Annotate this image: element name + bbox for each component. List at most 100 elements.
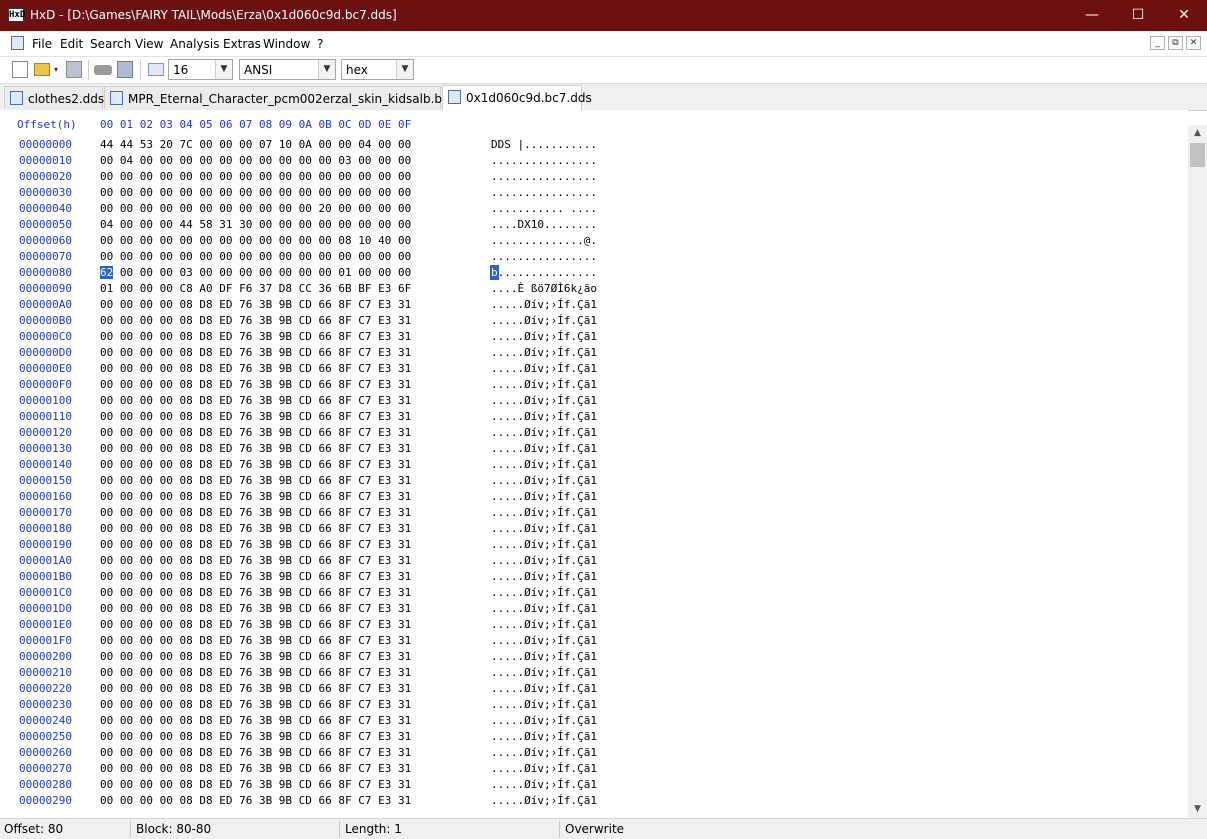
row-hex-bytes[interactable]: 00 00 00 00 08 D8 ED 76 3B 9B CD 66 8F C…	[100, 714, 411, 727]
row-hex-bytes[interactable]: 00 00 00 00 08 D8 ED 76 3B 9B CD 66 8F C…	[100, 554, 411, 567]
row-text[interactable]: .....Øív;›Íf.Çã1	[491, 426, 597, 439]
row-hex-bytes[interactable]: 00 00 00 00 08 D8 ED 76 3B 9B CD 66 8F C…	[100, 298, 411, 311]
row-text[interactable]: .....Øív;›Íf.Çã1	[491, 474, 597, 487]
row-text[interactable]: .....Øív;›Íf.Çã1	[491, 778, 597, 791]
row-hex-bytes[interactable]: 00 00 00 00 08 D8 ED 76 3B 9B CD 66 8F C…	[100, 682, 411, 695]
row-text[interactable]: .....Øív;›Íf.Çã1	[491, 794, 597, 807]
row-text[interactable]: .....Øív;›Íf.Çã1	[491, 362, 597, 375]
scroll-up-icon[interactable]: ▲	[1188, 125, 1207, 142]
menu-help[interactable]: ?	[317, 37, 323, 51]
row-hex-bytes[interactable]: 00 00 00 00 08 D8 ED 76 3B 9B CD 66 8F C…	[100, 778, 411, 791]
minimize-button[interactable]: —	[1069, 0, 1115, 31]
row-hex-bytes[interactable]: 00 00 00 00 08 D8 ED 76 3B 9B CD 66 8F C…	[100, 426, 411, 439]
status-mode[interactable]: Overwrite	[565, 822, 624, 836]
row-text[interactable]: ....DX10........	[491, 218, 597, 231]
row-text[interactable]: .....Øív;›Íf.Çã1	[491, 762, 597, 775]
row-hex-bytes[interactable]: 00 00 00 00 00 00 00 00 00 00 00 00 00 0…	[100, 186, 411, 199]
charset-select[interactable]: ANSI ▼	[239, 59, 336, 80]
row-hex-bytes[interactable]: 00 00 00 00 08 D8 ED 76 3B 9B CD 66 8F C…	[100, 362, 411, 375]
bytes-per-row-select[interactable]: 16 ▼	[168, 59, 233, 80]
row-hex-bytes[interactable]: 00 00 00 00 08 D8 ED 76 3B 9B CD 66 8F C…	[100, 506, 411, 519]
row-hex-bytes[interactable]: 00 00 00 00 08 D8 ED 76 3B 9B CD 66 8F C…	[100, 474, 411, 487]
tab-0x1d060c9d[interactable]: 0x1d060c9d.bc7.dds	[442, 85, 592, 110]
menu-search[interactable]: Search	[90, 37, 131, 51]
row-hex-bytes[interactable]: 00 00 00 00 08 D8 ED 76 3B 9B CD 66 8F C…	[100, 330, 411, 343]
menu-analysis[interactable]: Analysis	[170, 37, 219, 51]
row-hex-bytes[interactable]: 00 00 00 00 00 00 00 00 00 00 00 20 00 0…	[100, 202, 411, 215]
row-text[interactable]: .....Øív;›Íf.Çã1	[491, 522, 597, 535]
row-hex-bytes[interactable]: 00 00 00 00 08 D8 ED 76 3B 9B CD 66 8F C…	[100, 794, 411, 807]
maximize-button[interactable]: ☐	[1115, 0, 1161, 31]
mdi-restore-button[interactable]: ⧉	[1168, 36, 1183, 50]
row-text[interactable]: .....Øív;›Íf.Çã1	[491, 394, 597, 407]
scroll-down-icon[interactable]: ▼	[1188, 801, 1207, 818]
hxd-app-icon[interactable]: HxD	[8, 8, 25, 22]
offset-base-select[interactable]: hex ▼	[341, 59, 414, 80]
row-hex-bytes[interactable]: 00 00 00 00 08 D8 ED 76 3B 9B CD 66 8F C…	[100, 394, 411, 407]
mdi-minimize-button[interactable]: _	[1150, 36, 1165, 50]
row-hex-bytes[interactable]: 00 00 00 00 00 00 00 00 00 00 00 00 00 0…	[100, 250, 411, 263]
scrollbar-thumb[interactable]	[1190, 143, 1205, 167]
row-text[interactable]: .....Øív;›Íf.Çã1	[491, 618, 597, 631]
row-text[interactable]: ................	[491, 250, 597, 263]
row-hex-bytes[interactable]: 00 00 00 00 08 D8 ED 76 3B 9B CD 66 8F C…	[100, 410, 411, 423]
row-hex-bytes[interactable]: 00 00 00 00 08 D8 ED 76 3B 9B CD 66 8F C…	[100, 538, 411, 551]
row-text[interactable]: .....Øív;›Íf.Çã1	[491, 346, 597, 359]
row-hex-bytes[interactable]: 00 00 00 00 08 D8 ED 76 3B 9B CD 66 8F C…	[100, 618, 411, 631]
row-text[interactable]: .....Øív;›Íf.Çã1	[491, 634, 597, 647]
row-hex-bytes[interactable]: 00 00 00 00 08 D8 ED 76 3B 9B CD 66 8F C…	[100, 458, 411, 471]
mdi-close-button[interactable]: ✕	[1186, 36, 1201, 50]
open-disk-icon[interactable]	[94, 65, 112, 75]
row-hex-bytes[interactable]: 00 00 00 00 08 D8 ED 76 3B 9B CD 66 8F C…	[100, 442, 411, 455]
chevron-down-icon[interactable]: ▼	[215, 60, 232, 79]
row-hex-bytes[interactable]: 00 00 00 00 08 D8 ED 76 3B 9B CD 66 8F C…	[100, 314, 411, 327]
row-hex-bytes[interactable]: 00 00 00 00 08 D8 ED 76 3B 9B CD 66 8F C…	[100, 730, 411, 743]
open-file-icon[interactable]	[34, 63, 50, 76]
row-text[interactable]: ..............@.	[491, 234, 597, 247]
new-file-icon[interactable]	[12, 61, 28, 78]
row-text[interactable]: .....Øív;›Íf.Çã1	[491, 506, 597, 519]
row-text[interactable]: .....Øív;›Íf.Çã1	[491, 538, 597, 551]
row-text[interactable]: .....Øív;›Íf.Çã1	[491, 730, 597, 743]
row-text[interactable]: .....Øív;›Íf.Çã1	[491, 570, 597, 583]
row-text[interactable]: .....Øív;›Íf.Çã1	[491, 746, 597, 759]
row-hex-bytes[interactable]: 00 00 00 00 08 D8 ED 76 3B 9B CD 66 8F C…	[100, 522, 411, 535]
row-text[interactable]: .....Øív;›Íf.Çã1	[491, 698, 597, 711]
row-text[interactable]: ................	[491, 186, 597, 199]
chevron-down-icon[interactable]: ▼	[396, 60, 413, 79]
menu-file[interactable]: File	[32, 37, 52, 51]
row-text[interactable]: .....Øív;›Íf.Çã1	[491, 666, 597, 679]
open-dropdown-icon[interactable]: ▾	[54, 65, 62, 75]
menu-edit[interactable]: Edit	[60, 37, 83, 51]
row-text[interactable]: DDS |...........	[491, 138, 597, 151]
row-hex-bytes[interactable]: 00 00 00 00 08 D8 ED 76 3B 9B CD 66 8F C…	[100, 698, 411, 711]
vertical-scrollbar[interactable]: ▲ ▼	[1188, 125, 1207, 818]
row-text[interactable]: .....Øív;›Íf.Çã1	[491, 410, 597, 423]
chevron-down-icon[interactable]: ▼	[318, 60, 335, 79]
row-hex-bytes[interactable]: 04 00 00 00 44 58 31 30 00 00 00 00 00 0…	[100, 218, 411, 231]
close-button[interactable]: ✕	[1161, 0, 1207, 31]
save-icon[interactable]	[66, 61, 82, 78]
row-hex-bytes[interactable]: 00 00 00 00 08 D8 ED 76 3B 9B CD 66 8F C…	[100, 602, 411, 615]
row-hex-bytes[interactable]: 00 00 00 00 08 D8 ED 76 3B 9B CD 66 8F C…	[100, 378, 411, 391]
document-icon[interactable]	[11, 36, 24, 50]
row-hex-bytes[interactable]: 00 00 00 00 08 D8 ED 76 3B 9B CD 66 8F C…	[100, 634, 411, 647]
row-hex-bytes[interactable]: 00 00 00 00 08 D8 ED 76 3B 9B CD 66 8F C…	[100, 586, 411, 599]
row-text[interactable]: ....È ßö7ØÌ6k¿ão	[491, 282, 597, 295]
row-hex-bytes[interactable]: 44 44 53 20 7C 00 00 00 07 10 0A 00 00 0…	[100, 138, 411, 151]
row-text[interactable]: b...............	[490, 265, 597, 280]
row-text[interactable]: .....Øív;›Íf.Çã1	[491, 458, 597, 471]
row-text[interactable]: ................	[491, 170, 597, 183]
row-hex-bytes[interactable]: 00 00 00 00 08 D8 ED 76 3B 9B CD 66 8F C…	[100, 762, 411, 775]
row-text[interactable]: .....Øív;›Íf.Çã1	[491, 314, 597, 327]
row-text[interactable]: .....Øív;›Íf.Çã1	[491, 650, 597, 663]
menu-extras[interactable]: Extras	[223, 37, 261, 51]
row-hex-bytes[interactable]: 00 04 00 00 00 00 00 00 00 00 00 00 03 0…	[100, 154, 411, 167]
row-text[interactable]: .....Øív;›Íf.Çã1	[491, 490, 597, 503]
open-ram-icon[interactable]	[117, 61, 133, 78]
tab-clothes2[interactable]: clothes2.dds	[4, 86, 104, 109]
row-hex-bytes[interactable]: 62 00 00 00 03 00 00 00 00 00 00 00 01 0…	[100, 266, 411, 279]
row-text[interactable]: .....Øív;›Íf.Çã1	[491, 378, 597, 391]
menu-window[interactable]: Window	[263, 37, 310, 51]
row-text[interactable]: .....Øív;›Íf.Çã1	[491, 714, 597, 727]
